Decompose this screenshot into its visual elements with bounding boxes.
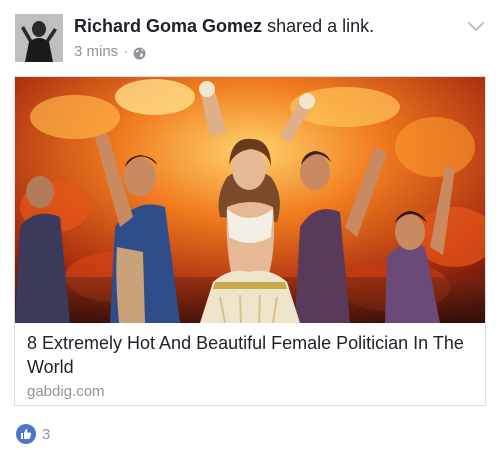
like-icon <box>16 424 36 444</box>
link-preview-image[interactable] <box>15 77 485 323</box>
link-preview-card[interactable]: 8 Extremely Hot And Beautiful Female Pol… <box>14 76 486 406</box>
author-name[interactable]: Richard Goma Gomez <box>74 16 262 36</box>
globe-icon[interactable] <box>133 46 146 59</box>
link-domain: gabdig.com <box>27 383 105 400</box>
reaction-summary[interactable]: 3 <box>16 424 50 444</box>
post-timestamp[interactable]: 3 mins <box>74 42 118 62</box>
post-meta: 3 mins · <box>74 42 146 62</box>
feed-post: Richard Goma Gomez shared a link. 3 mins… <box>0 0 503 450</box>
link-title[interactable]: 8 Extremely Hot And Beautiful Female Pol… <box>27 331 475 379</box>
chevron-down-icon[interactable] <box>466 20 486 34</box>
meta-separator: · <box>123 43 129 60</box>
post-header: Richard Goma Gomez shared a link. <box>74 14 374 38</box>
link-preview-text: 8 Extremely Hot And Beautiful Female Pol… <box>27 331 475 402</box>
like-count: 3 <box>42 425 51 443</box>
author-avatar[interactable] <box>15 14 63 62</box>
post-action-text: shared a link. <box>267 16 375 36</box>
